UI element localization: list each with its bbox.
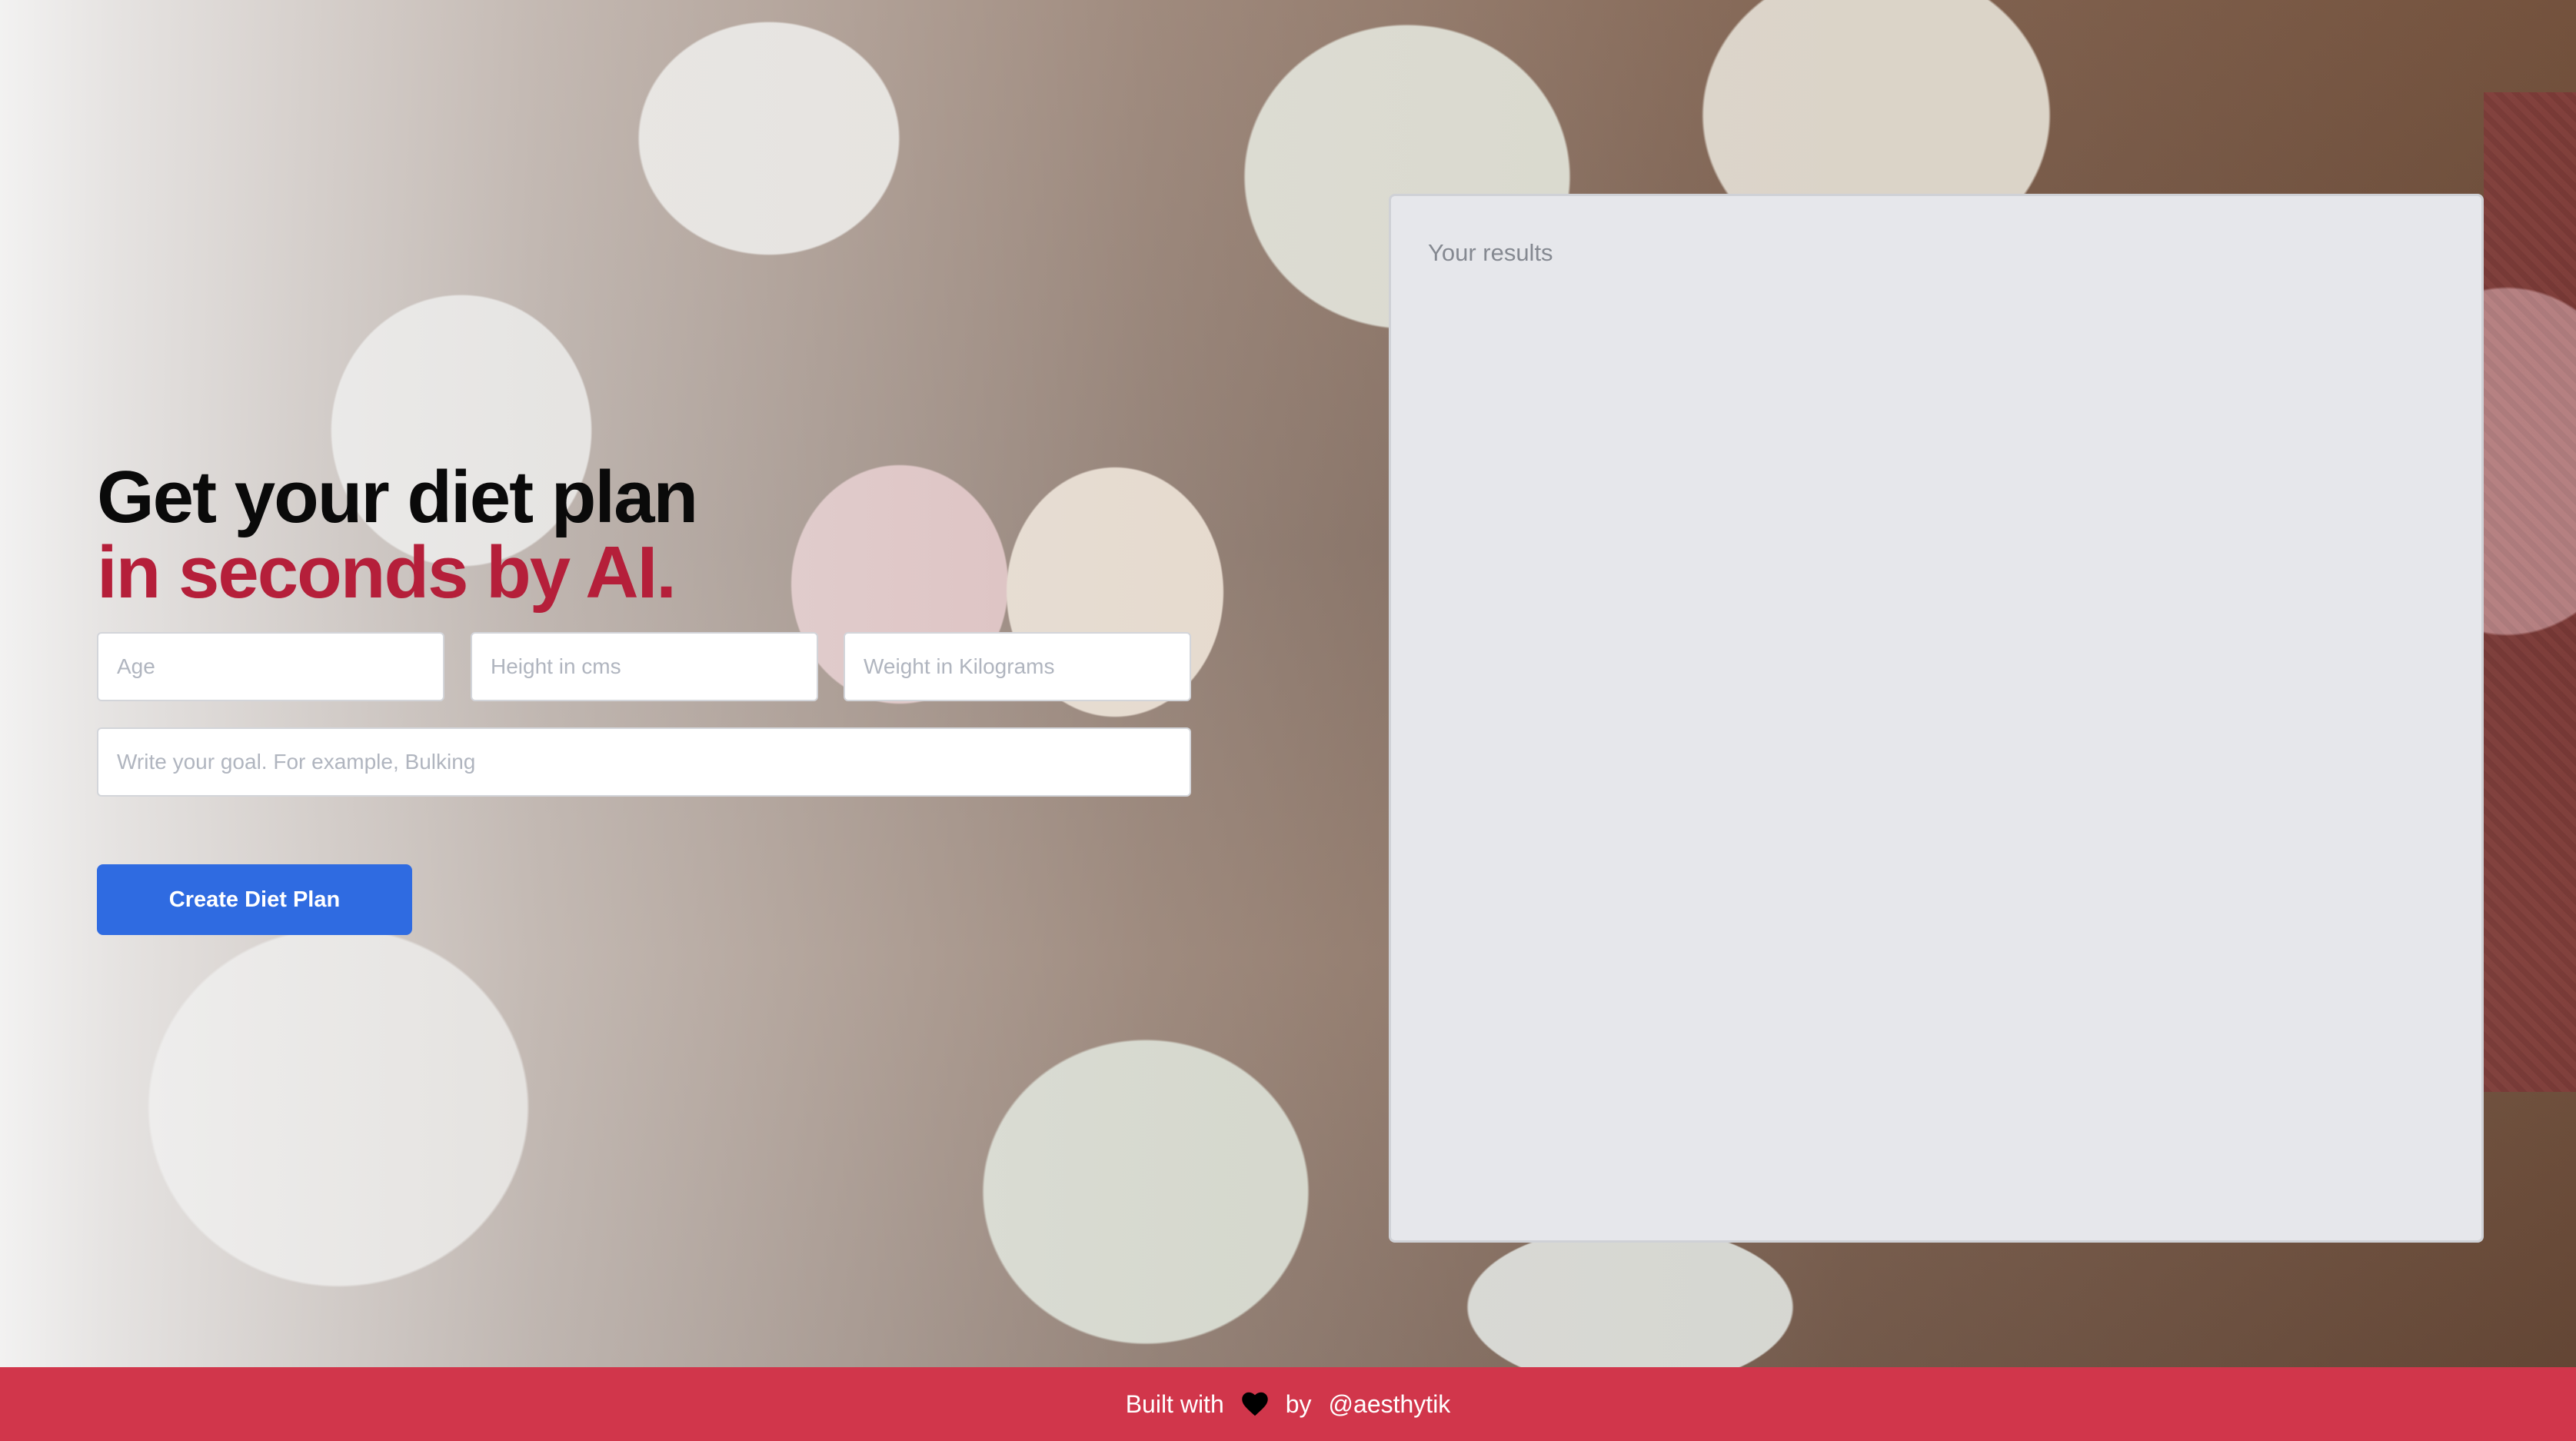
create-diet-plan-button[interactable]: Create Diet Plan — [97, 864, 412, 935]
page-title: Get your diet plan in seconds by AI. — [97, 460, 698, 614]
age-input[interactable] — [97, 632, 444, 701]
title-line-2: in seconds by AI. — [97, 531, 677, 614]
results-label: Your results — [1428, 239, 1553, 266]
author-link[interactable]: @aesthytik — [1329, 1390, 1451, 1419]
page: Get your diet plan in seconds by AI. Cre… — [0, 0, 2576, 1441]
height-input[interactable] — [471, 632, 818, 701]
title-line-1: Get your diet plan — [97, 456, 698, 538]
goal-input[interactable] — [97, 727, 1191, 797]
footer: Built with by @aesthytik — [0, 1367, 2576, 1441]
heart-icon — [1242, 1392, 1268, 1416]
footer-by: by — [1285, 1389, 1312, 1418]
weight-input[interactable] — [844, 632, 1191, 701]
results-panel[interactable]: Your results — [1389, 194, 2484, 1243]
footer-built-with: Built with — [1125, 1389, 1224, 1418]
